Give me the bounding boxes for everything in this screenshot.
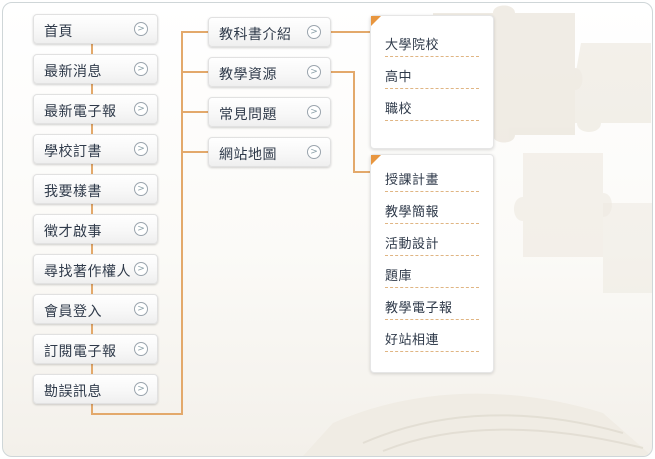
menu-item-sample-book[interactable]: 我要樣書 > — [33, 174, 158, 204]
connector-resources-vertical — [353, 71, 355, 173]
menu-item-textbooks[interactable]: 教科書介紹 > — [208, 17, 331, 47]
menu-item-label: 尋找著作權人 — [44, 264, 131, 280]
panel-corner-accent — [371, 155, 381, 165]
menu-item-label: 教科書介紹 — [219, 27, 292, 43]
connector-second-tick-3 — [181, 111, 209, 113]
submenu-item-question-bank[interactable]: 題庫 — [385, 265, 479, 288]
resources-submenu-panel: 授課計畫 教學簡報 活動設計 題庫 教學電子報 好站相連 — [370, 154, 494, 373]
menu-item-label: 教學資源 — [219, 67, 277, 83]
menu-item-school-order[interactable]: 學校訂書 > — [33, 134, 158, 164]
menu-item-home[interactable]: 首頁 > — [33, 14, 158, 44]
chevron-right-icon: > — [134, 22, 148, 36]
connector-second-tick-4 — [181, 151, 209, 153]
submenu-item-links[interactable]: 好站相連 — [385, 329, 479, 352]
menu-item-label: 常見問題 — [219, 107, 277, 123]
menu-item-careers[interactable]: 徵才啟事 > — [33, 214, 158, 244]
menu-item-label: 會員登入 — [44, 304, 102, 320]
chevron-right-icon: > — [307, 145, 321, 159]
connector-second-tick-1 — [181, 31, 209, 33]
submenu-item-label: 職校 — [385, 102, 413, 117]
chevron-right-icon: > — [134, 342, 148, 356]
connector-resources-h1 — [331, 71, 355, 73]
chevron-right-icon: > — [134, 182, 148, 196]
submenu-item-teaching-newsletter[interactable]: 教學電子報 — [385, 297, 479, 320]
chevron-right-icon: > — [134, 62, 148, 76]
chevron-right-icon: > — [134, 102, 148, 116]
chevron-right-icon: > — [134, 382, 148, 396]
menu-item-member-login[interactable]: 會員登入 > — [33, 294, 158, 324]
chevron-right-icon: > — [307, 105, 321, 119]
connector-second-tick-2 — [181, 71, 209, 73]
submenu-item-course-plan[interactable]: 授課計畫 — [385, 169, 479, 192]
menu-item-subscribe-newsletter[interactable]: 訂閱電子報 > — [33, 334, 158, 364]
menu-item-label: 我要樣書 — [44, 184, 102, 200]
chevron-right-icon: > — [134, 142, 148, 156]
connector-textbook-to-panel — [331, 31, 373, 33]
submenu-item-university[interactable]: 大學院校 — [385, 34, 479, 57]
menu-item-teaching-resources[interactable]: 教學資源 > — [208, 57, 331, 87]
chevron-right-icon: > — [134, 222, 148, 236]
menu-item-label: 最新電子報 — [44, 104, 117, 120]
connector-main-bottom — [91, 413, 183, 415]
submenu-item-label: 大學院校 — [385, 38, 440, 53]
menu-item-label: 徵才啟事 — [44, 224, 102, 240]
textbook-submenu-panel: 大學院校 高中 職校 — [370, 15, 494, 149]
menu-item-label: 最新消息 — [44, 64, 102, 80]
submenu-item-high-school[interactable]: 高中 — [385, 66, 479, 89]
menu-item-sitemap[interactable]: 網站地圖 > — [208, 137, 331, 167]
menu-item-faq[interactable]: 常見問題 > — [208, 97, 331, 127]
submenu-item-slides[interactable]: 教學簡報 — [385, 201, 479, 224]
submenu-item-label: 活動設計 — [385, 237, 440, 252]
menu-item-label: 訂閱電子報 — [44, 344, 117, 360]
menu-item-latest-newsletter[interactable]: 最新電子報 > — [33, 94, 158, 124]
submenu-item-label: 好站相連 — [385, 333, 440, 348]
chevron-right-icon: > — [307, 65, 321, 79]
menu-item-label: 首頁 — [44, 24, 73, 40]
submenu-item-label: 教學電子報 — [385, 301, 453, 316]
menu-item-label: 學校訂書 — [44, 144, 102, 160]
menu-item-label: 網站地圖 — [219, 147, 277, 163]
menu-item-errata[interactable]: 勘誤訊息 > — [33, 374, 158, 404]
submenu-item-activity-design[interactable]: 活動設計 — [385, 233, 479, 256]
panel-corner-accent — [371, 16, 381, 26]
submenu-item-label: 高中 — [385, 70, 413, 85]
submenu-item-label: 題庫 — [385, 269, 413, 284]
sitemap-frame: 首頁 > 最新消息 > 最新電子報 > 學校訂書 > 我要樣書 > 徵才啟事 >… — [2, 2, 653, 457]
submenu-item-label: 教學簡報 — [385, 205, 440, 220]
chevron-right-icon: > — [307, 25, 321, 39]
submenu-item-label: 授課計畫 — [385, 173, 440, 188]
chevron-right-icon: > — [134, 302, 148, 316]
menu-item-news[interactable]: 最新消息 > — [33, 54, 158, 84]
menu-item-copyright-holder[interactable]: 尋找著作權人 > — [33, 254, 158, 284]
chevron-right-icon: > — [134, 262, 148, 276]
connector-second-vertical — [181, 31, 183, 415]
submenu-item-vocational[interactable]: 職校 — [385, 98, 479, 121]
menu-item-label: 勘誤訊息 — [44, 384, 102, 400]
